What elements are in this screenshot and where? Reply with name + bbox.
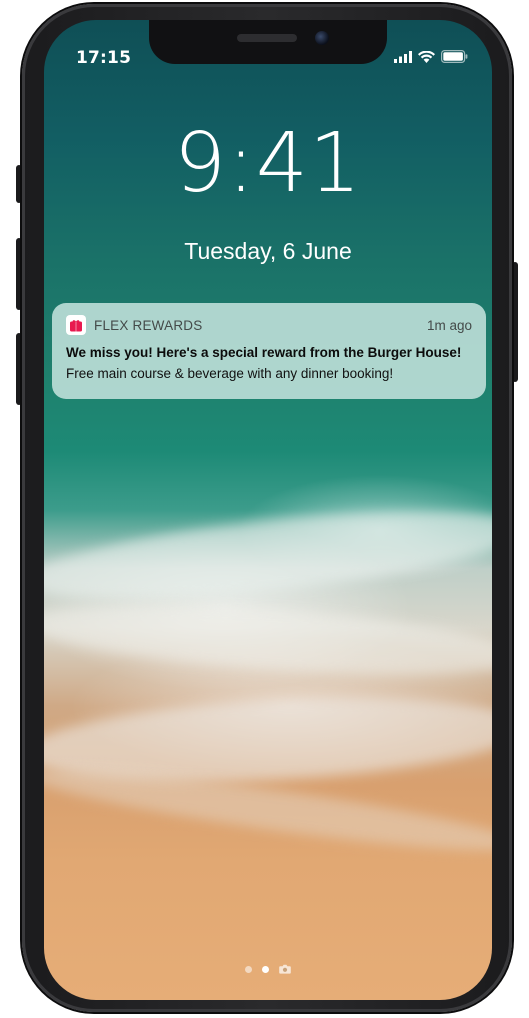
power-button xyxy=(512,262,518,382)
page-dot-active[interactable] xyxy=(262,965,269,973)
lock-screen: 17:15 9:41 Tuesday, 6 June FLEX REWARDS … xyxy=(44,20,492,1000)
status-time: 17:15 xyxy=(76,48,132,68)
notification-body: Free main course & beverage with any din… xyxy=(66,366,394,381)
wallpaper-wave xyxy=(44,494,492,616)
notification-header: FLEX REWARDS 1m ago xyxy=(66,315,472,335)
notch xyxy=(149,20,387,64)
camera-icon[interactable] xyxy=(279,964,291,974)
notification-time: 1m ago xyxy=(426,317,472,333)
notification-card[interactable]: FLEX REWARDS 1m ago We miss you! Here's … xyxy=(52,303,486,399)
page-dot[interactable] xyxy=(245,965,252,973)
lock-date: Tuesday, 6 June xyxy=(184,238,352,264)
page-indicator[interactable] xyxy=(44,964,492,974)
app-icon xyxy=(66,315,86,335)
battery-icon xyxy=(441,50,468,63)
cellular-signal-icon xyxy=(394,50,412,63)
front-camera xyxy=(315,31,329,45)
wallpaper-wave xyxy=(44,592,492,688)
wifi-icon xyxy=(418,50,435,63)
notification-title: We miss you! Here's a special reward fro… xyxy=(66,345,462,360)
gift-icon xyxy=(70,320,82,332)
lock-clock: 9:41 xyxy=(173,116,363,211)
status-icons xyxy=(394,50,468,63)
earpiece-speaker xyxy=(237,34,297,42)
notification-app-name: FLEX REWARDS xyxy=(94,317,203,333)
device-mockup: 17:15 9:41 Tuesday, 6 June FLEX REWARDS … xyxy=(0,0,529,1018)
